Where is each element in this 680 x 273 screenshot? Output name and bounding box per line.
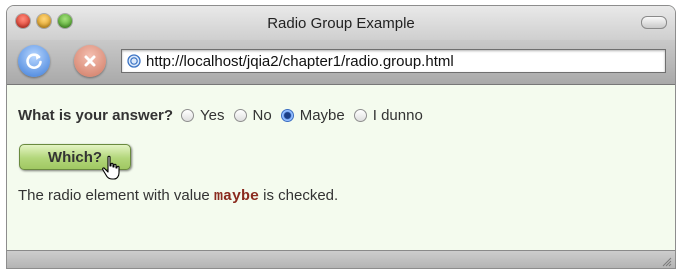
page-content: What is your answer? Yes No Maybe I dunn… [7, 85, 675, 250]
title-bar: Radio Group Example [7, 6, 675, 40]
radio-i-dunno[interactable] [353, 108, 367, 122]
browser-toolbar: http://localhost/jqia2/chapter1/radio.gr… [7, 40, 675, 85]
stop-icon [84, 55, 96, 67]
result-value: maybe [213, 188, 259, 205]
url-text: http://localhost/jqia2/chapter1/radio.gr… [146, 53, 454, 70]
radio-yes-label[interactable]: Yes [200, 107, 224, 124]
reload-button[interactable] [18, 45, 50, 77]
globe-icon [127, 54, 141, 68]
radio-i-dunno-label[interactable]: I dunno [373, 107, 423, 124]
status-bar [7, 250, 675, 268]
result-suffix: is checked. [263, 187, 339, 204]
radio-no-label[interactable]: No [253, 107, 272, 124]
hand-cursor-icon [102, 155, 120, 180]
result-message: The radio element with value maybe is ch… [18, 187, 338, 205]
radio-maybe[interactable] [280, 108, 294, 122]
radio-maybe-label[interactable]: Maybe [300, 107, 345, 124]
question-label: What is your answer? [18, 106, 174, 124]
stop-button[interactable] [74, 45, 106, 77]
browser-window: Radio Group Example http://localhost/jqi… [6, 5, 676, 269]
which-button-label: Which? [47, 148, 103, 166]
radio-no[interactable] [233, 108, 247, 122]
toolbar-toggle-button[interactable] [641, 16, 667, 29]
reload-icon [26, 53, 42, 69]
result-prefix: The radio element with value [18, 187, 210, 204]
resize-grip-icon[interactable] [660, 255, 672, 267]
radio-group: What is your answer? Yes No Maybe I dunn… [18, 105, 432, 125]
radio-yes[interactable] [181, 108, 195, 122]
window-title: Radio Group Example [267, 15, 415, 32]
address-bar[interactable]: http://localhost/jqia2/chapter1/radio.gr… [121, 49, 666, 73]
